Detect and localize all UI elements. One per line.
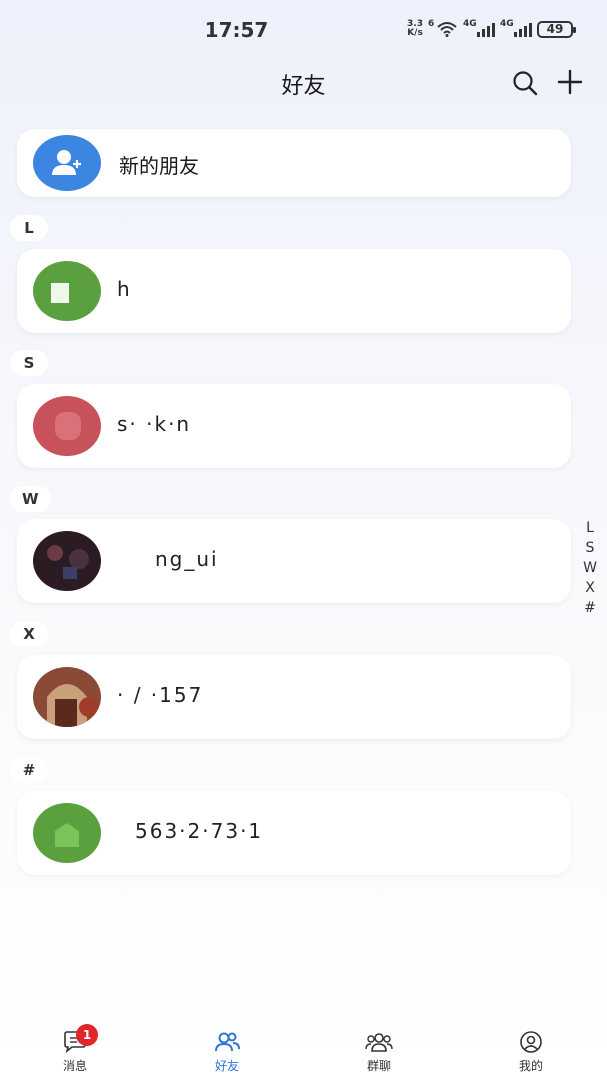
contact-item[interactable]: · / ·157 xyxy=(17,655,571,739)
contact-name: s· ·k·n xyxy=(117,412,192,436)
contact-name: 563·2·73·1 xyxy=(135,819,264,843)
new-friends-item[interactable]: 新的朋友 xyxy=(17,129,571,197)
contact-name: ng_ui xyxy=(155,547,219,571)
avatar xyxy=(33,396,101,456)
index-letter-L[interactable]: L xyxy=(580,518,600,538)
tab-friends[interactable]: 好友 xyxy=(187,1030,267,1074)
contact-name: h xyxy=(117,277,132,301)
battery-icon: 49 xyxy=(537,20,576,38)
search-icon xyxy=(513,71,538,96)
bottom-tab-bar: 1 消息 好友 群聊 我的 xyxy=(0,1020,607,1080)
contact-item[interactable]: ng_ui xyxy=(17,519,571,603)
status-time: 17:57 xyxy=(204,18,269,42)
avatar xyxy=(33,531,101,591)
tab-friends-label: 好友 xyxy=(214,1059,239,1073)
tab-profile[interactable]: 我的 xyxy=(491,1030,571,1074)
status-icons: 3.3 K/s 6 4G 4G 49 xyxy=(407,19,576,38)
add-button[interactable] xyxy=(554,66,586,98)
status-bar: 17:57 3.3 K/s 6 4G 4G 49 xyxy=(0,0,607,60)
avatar xyxy=(33,803,101,863)
section-header-hash: # xyxy=(10,757,48,783)
contact-item[interactable]: h xyxy=(17,249,571,333)
net-speed-unit: K/s xyxy=(407,28,423,38)
unread-badge: 1 xyxy=(76,1024,98,1046)
header: 好友 xyxy=(0,60,607,110)
index-letter-S[interactable]: S xyxy=(580,538,600,558)
avatar xyxy=(33,261,101,321)
signal-icon-2: 4G xyxy=(500,19,532,37)
tab-profile-label: 我的 xyxy=(518,1059,543,1073)
plus-icon xyxy=(557,69,583,95)
signal-icon: 4G xyxy=(463,19,495,37)
section-header-S: S xyxy=(10,350,48,376)
index-letter-hash[interactable]: # xyxy=(580,598,600,618)
add-user-icon xyxy=(33,135,101,191)
tab-messages[interactable]: 1 消息 xyxy=(35,1024,115,1074)
net-speed: 3.3 K/s xyxy=(407,20,423,38)
sim2-label: 4G xyxy=(500,19,514,29)
search-button[interactable] xyxy=(510,68,540,98)
contact-item[interactable]: 563·2·73·1 xyxy=(17,791,571,875)
tab-group-chat-label: 群聊 xyxy=(366,1059,391,1073)
tab-messages-label: 消息 xyxy=(62,1059,87,1073)
alphabet-index-bar[interactable]: L S W X # xyxy=(580,518,600,618)
contact-item[interactable]: s· ·k·n xyxy=(17,384,571,468)
new-friends-label: 新的朋友 xyxy=(119,154,199,178)
sim1-label: 4G xyxy=(463,19,477,29)
section-header-X: X xyxy=(10,621,48,647)
wifi-label: 6 xyxy=(428,19,435,29)
contact-name: · / ·157 xyxy=(117,683,204,707)
section-header-L: L xyxy=(10,215,48,241)
index-letter-W[interactable]: W xyxy=(580,558,600,578)
wifi-icon: 6 xyxy=(428,19,458,37)
avatar xyxy=(33,667,101,727)
profile-icon xyxy=(520,1031,542,1053)
tab-group-chat[interactable]: 群聊 xyxy=(339,1030,419,1074)
section-header-W: W xyxy=(10,486,51,512)
index-letter-X[interactable]: X xyxy=(580,578,600,598)
friends-icon xyxy=(215,1032,240,1052)
group-chat-icon xyxy=(365,1033,393,1052)
